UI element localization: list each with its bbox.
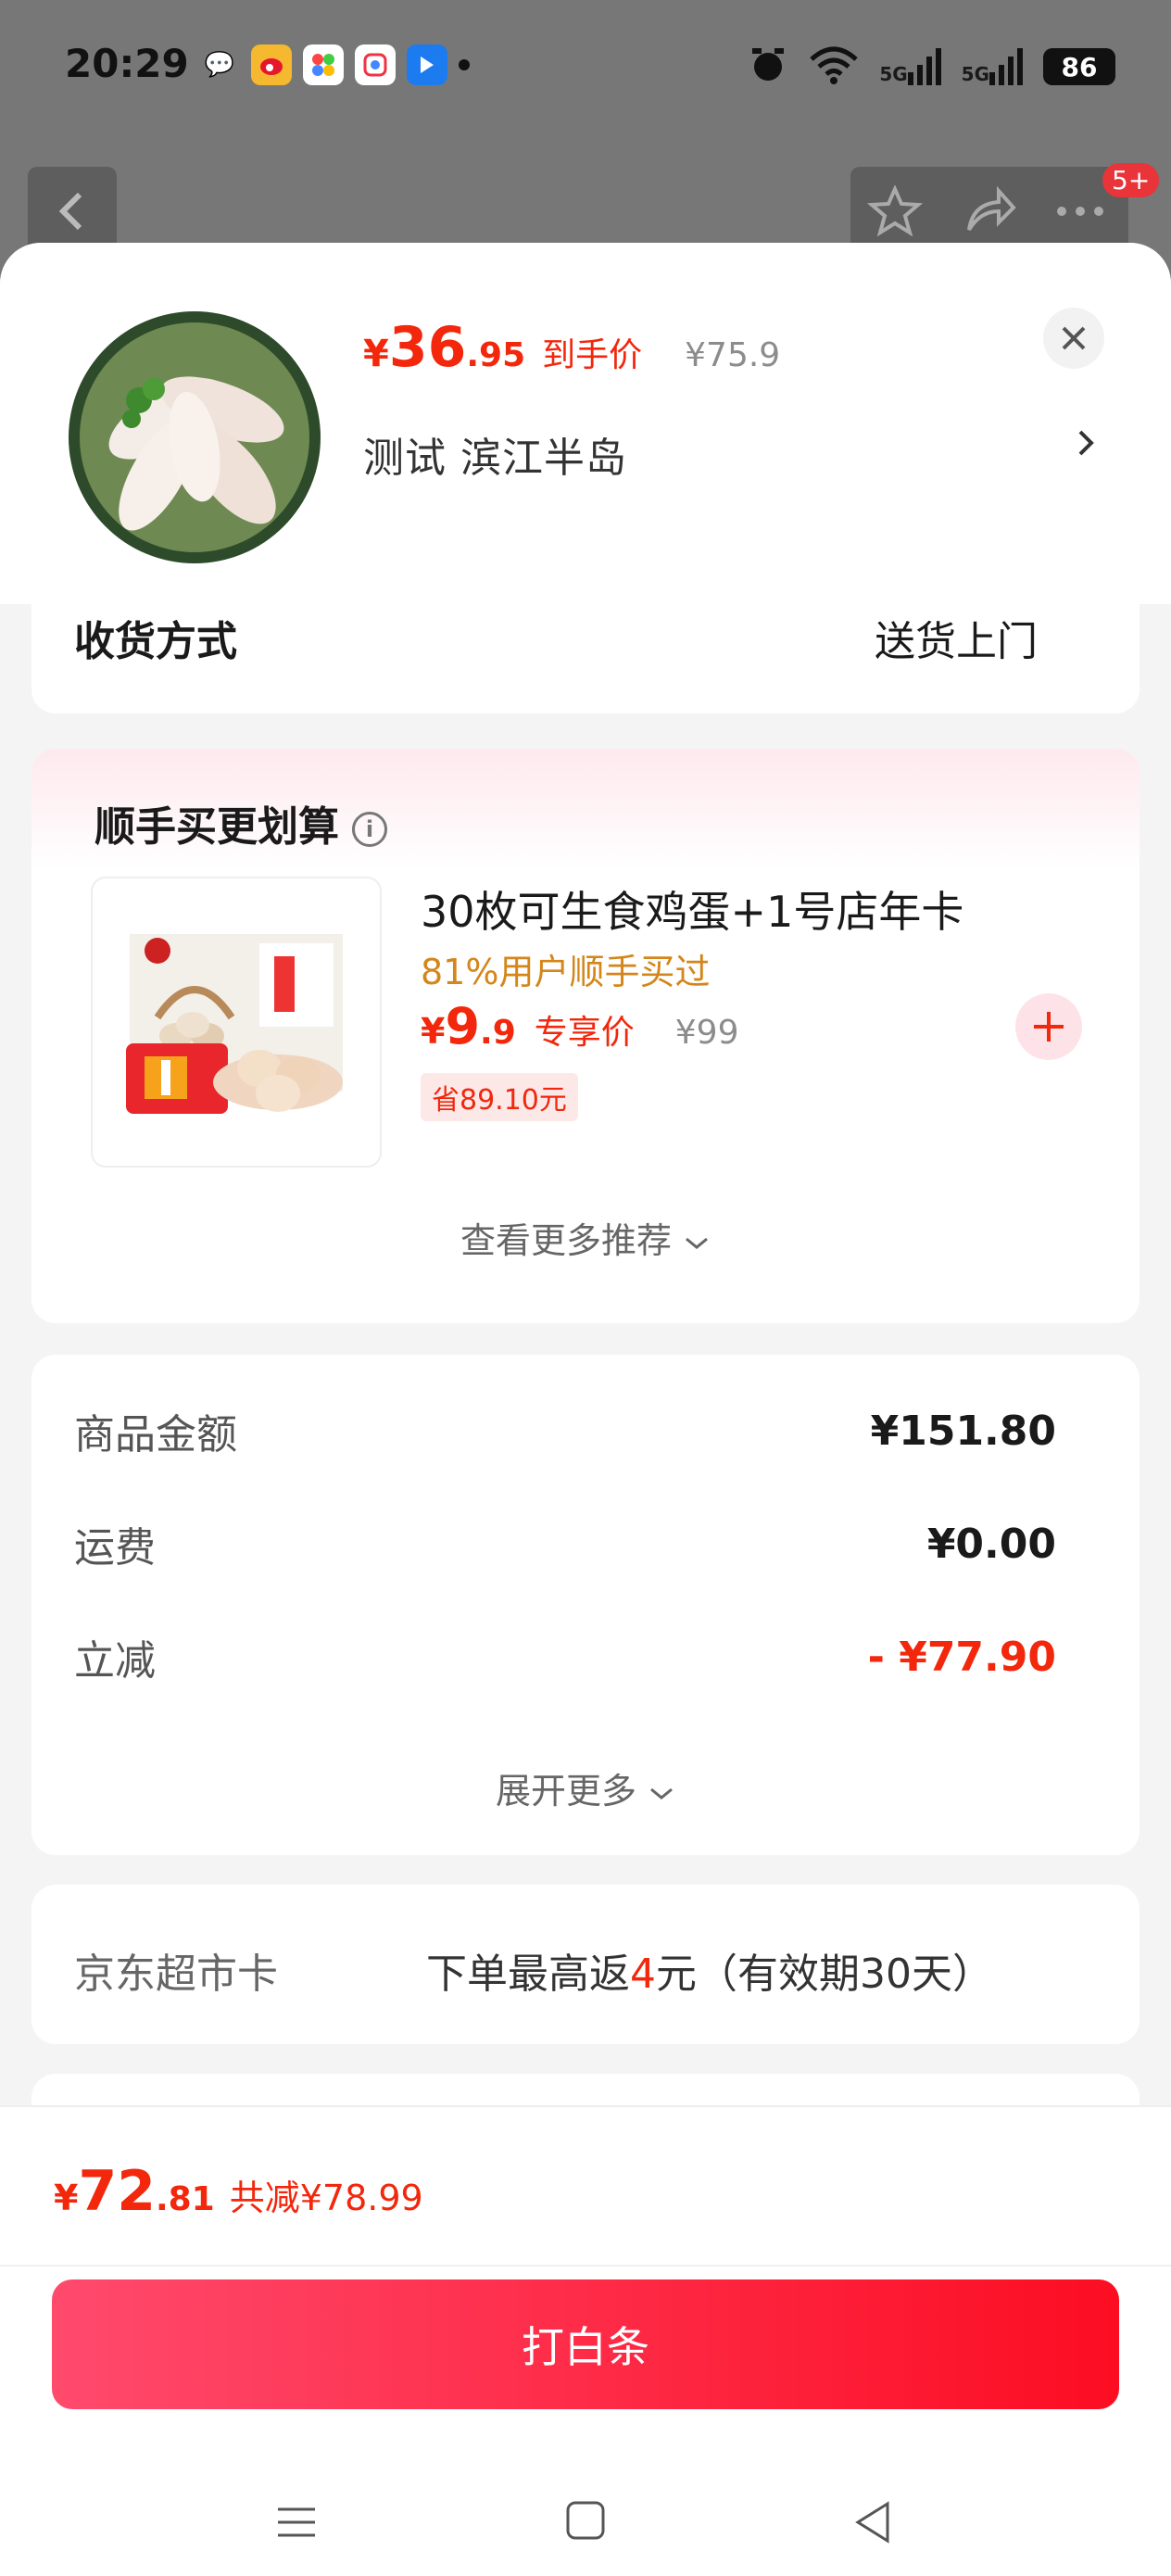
price-summary-card: 商品金额 ¥151.80 运费 ¥0.00 立减 - ¥77.90 展开更多 [31,1355,1140,1855]
recommend-item-name[interactable]: 30枚可生食鸡蛋+1号店年卡 [421,878,963,940]
more-icon[interactable] [1052,185,1108,237]
jd-text-a: 下单最高返 [426,1951,630,1998]
shipping-label: 收货方式 [74,618,237,665]
summary-row-discount: 立减 - ¥77.90 [74,1627,1056,1686]
chevron-down-icon [686,1237,708,1249]
alarm-icon [748,44,788,89]
recommendation-title-text: 顺手买更划算 [94,803,339,851]
checkout-bar: ¥ 72 .81 共减¥78.99 打白条 [0,2105,1171,2576]
pay-button[interactable]: 打白条 [52,2279,1119,2409]
signal-icon-2: 5G [962,48,1023,85]
more-recommendations-label: 查看更多推荐 [460,1220,672,1261]
summary-value: ¥0.00 [926,1520,1056,1568]
checkout-sheet: ¥ 36 .95 到手价 ¥75.9 测试 滨江半岛 收货方式 送货上门 顺手买… [0,243,1171,2576]
battery-icon: 86 [1043,48,1115,85]
price-tag: 到手价 [542,336,643,374]
savings-badge: 省89.10元 [421,1073,578,1121]
recommend-item-subtitle: 81%用户顺手买过 [421,952,711,992]
shipping-value: 送货上门 [875,618,1038,665]
signal-icon-1: 5G [879,48,941,85]
notification-icons: 💬 [199,44,470,85]
summary-label: 商品金额 [74,1411,237,1458]
wifi-icon [809,44,859,89]
delivery-address[interactable]: 测试 滨江半岛 [363,424,627,484]
recommend-price-integer: 9 [445,997,481,1055]
shipping-method-card[interactable]: 收货方式 送货上门 [31,595,1140,713]
more-notifications-dot [459,59,470,70]
summary-label: 运费 [74,1524,156,1572]
recommendation-card: 顺手买更划算 i 30枚可生食鸡蛋+1号店年卡 81%用户顺手买过 ¥ 9 .9… [31,749,1140,1323]
product-summary: ¥ 36 .95 到手价 ¥75.9 测试 滨江半岛 [0,243,1171,604]
close-button[interactable] [1043,308,1104,369]
summary-row-goods: 商品金额 ¥151.80 [74,1401,1056,1460]
expand-more-label: 展开更多 [495,1771,636,1812]
jd-supermarket-card[interactable]: 京东超市卡 下单最高返4元（有效期30天） [31,1885,1140,2044]
close-icon [1062,326,1086,350]
share-icon[interactable] [962,185,1017,237]
total-currency: ¥ [54,2178,79,2218]
menu-icon[interactable] [274,2500,319,2544]
add-item-button[interactable] [1015,993,1082,1060]
total-integer: 72 [78,2159,156,2224]
recommend-item-image[interactable] [91,877,382,1168]
price-decimal: .95 [466,336,526,374]
jd-card-label: 京东超市卡 [74,1951,278,1998]
weibo-icon [251,44,292,85]
wechat-icon: 💬 [204,51,235,79]
price-currency: ¥ [363,333,389,375]
chevron-right-icon[interactable] [1075,424,1097,461]
chevron-down-icon [650,1787,673,1799]
total-price: ¥ 72 .81 共减¥78.99 [54,2159,423,2224]
system-nav-bar [0,2478,1171,2570]
home-icon[interactable] [565,2500,606,2541]
recommend-price-decimal: .9 [480,1014,516,1052]
signal-label-1: 5G [879,63,908,85]
price-integer: 36 [388,315,467,380]
app-icon-blue [407,44,447,85]
divider [0,2265,1171,2267]
jd-text-num: 4 [630,1951,656,1998]
status-right: 5G 5G 86 [748,44,1115,89]
recommend-price-tag: 专享价 [534,1014,635,1052]
message-badge: 5+ [1102,163,1160,197]
status-time: 20:29 [65,41,189,86]
expand-more-link[interactable]: 展开更多 [31,1762,1140,1813]
original-price: ¥75.9 [685,336,781,374]
summary-value: - ¥77.90 [867,1633,1056,1681]
signal-label-2: 5G [961,63,989,85]
summary-label: 立减 [74,1637,156,1685]
summary-value: ¥151.80 [870,1407,1056,1455]
back-nav-icon[interactable] [852,2500,893,2544]
info-icon[interactable]: i [352,812,387,847]
total-decimal: .81 [155,2180,215,2218]
summary-row-shipping: 运费 ¥0.00 [74,1514,1056,1573]
jd-text-b: 元（有效期30天） [656,1951,993,1998]
status-bar: 20:29 💬 5G 5G 86 [0,0,1171,139]
more-recommendations-link[interactable]: 查看更多推荐 [31,1212,1140,1263]
recommend-item-price: ¥ 9 .9 专享价 ¥99 [421,997,739,1055]
jd-card-description: 下单最高返4元（有效期30天） [426,1940,993,2000]
star-icon[interactable] [867,185,923,237]
product-price: ¥ 36 .95 到手价 ¥75.9 [363,315,780,380]
plus-icon [1034,1012,1064,1042]
app-icon-colorful [303,44,344,85]
recommendation-title: 顺手买更划算 i [94,793,387,852]
recommend-original-price: ¥99 [674,1014,739,1052]
recommend-price-currency: ¥ [421,1011,446,1052]
total-savings: 共减¥78.99 [229,2178,423,2218]
app-icon-flower [355,44,396,85]
product-image [65,308,324,567]
